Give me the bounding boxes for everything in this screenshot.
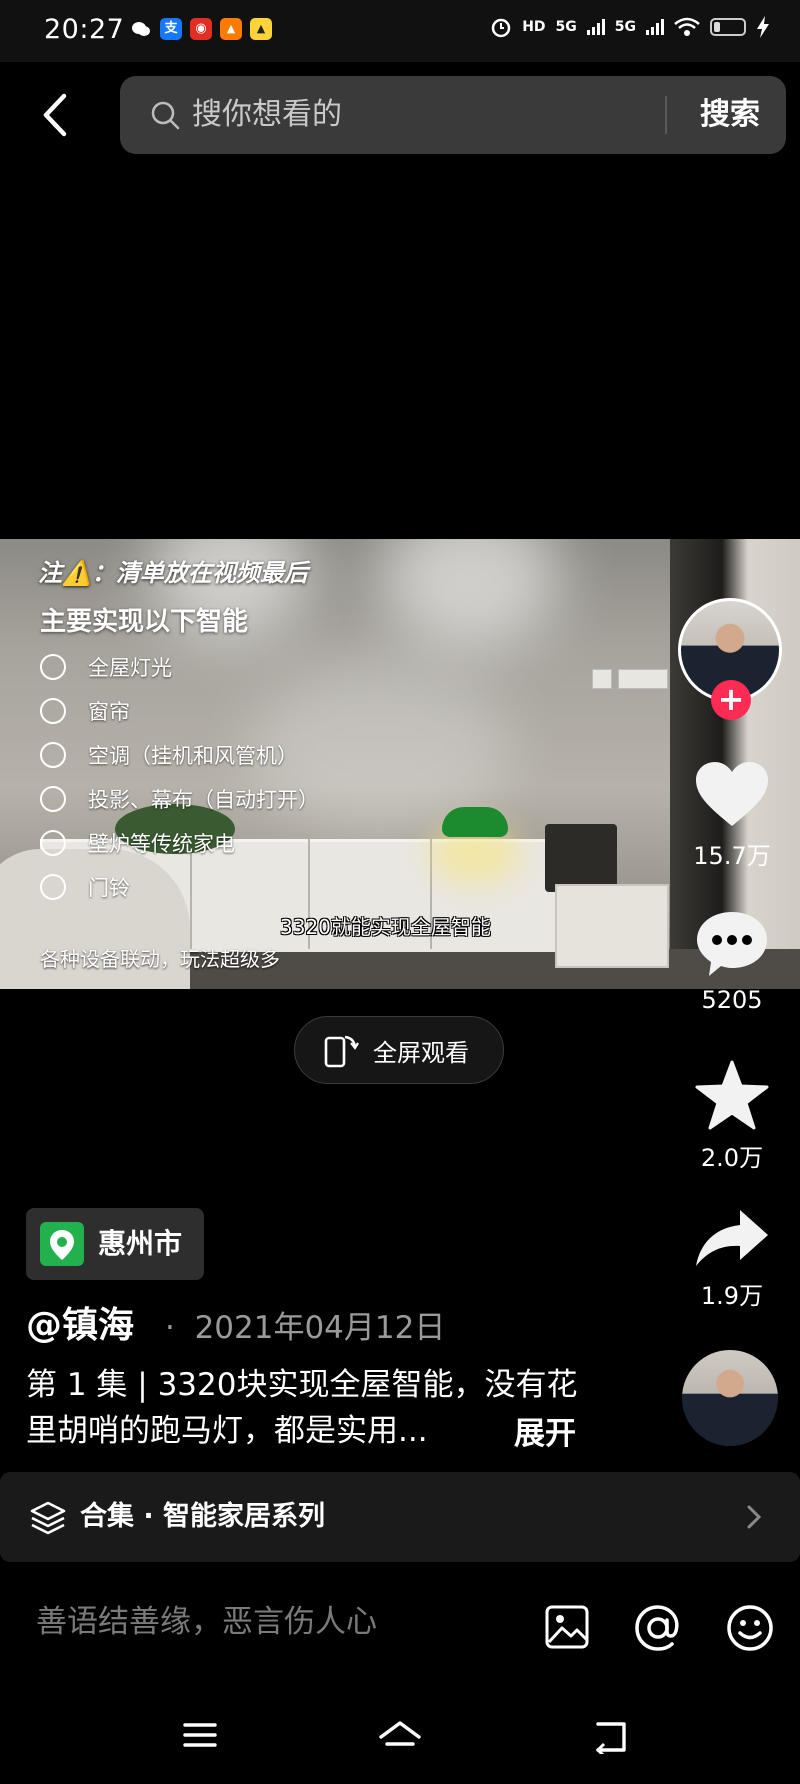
search-input[interactable]: 搜你想看的 [192, 76, 342, 154]
location-tag[interactable]: 惠州市 [26, 1208, 204, 1280]
fullscreen-rotate-icon [324, 1035, 359, 1068]
feature-list: 全屋灯光 窗帘 空调（挂机和风管机） 投影、幕布（自动打开） 壁炉等传统家电 门… [40, 645, 319, 909]
share-arrow-icon [696, 1210, 768, 1266]
pinduoduo-icon: ◉ [190, 18, 212, 40]
back-button[interactable] [36, 90, 76, 140]
comment-icon [697, 912, 767, 976]
wechat-icon [130, 18, 152, 40]
emoji-icon[interactable] [726, 1604, 774, 1652]
location-pin-icon [40, 1222, 84, 1266]
post-date: · 2021年04月12日 [165, 1310, 446, 1346]
search-divider [665, 96, 667, 134]
feature-item: 空调（挂机和风管机） [40, 733, 319, 777]
checkbox-icon [40, 830, 66, 856]
like-count: 15.7万 [693, 842, 771, 870]
chevron-right-icon [747, 1505, 762, 1529]
checkbox-icon [40, 786, 66, 812]
fullscreen-label: 全屏观看 [373, 1038, 469, 1067]
charging-icon [757, 16, 769, 38]
status-time: 20:27 [44, 14, 125, 45]
checkbox-icon [40, 874, 66, 900]
location-label: 惠州市 [98, 1227, 183, 1260]
search-icon [151, 101, 180, 130]
follow-button[interactable]: + [711, 680, 751, 720]
system-nav-bar [0, 1700, 800, 1784]
expand-button[interactable]: 展开 [514, 1408, 576, 1453]
wifi-icon [674, 17, 700, 36]
system-indicators: HD 5G 5G [490, 16, 770, 38]
heart-icon [696, 762, 768, 826]
favorite-count: 2.0万 [700, 1144, 764, 1172]
notification-icons: 支 ◉ ▲ ▲ [130, 18, 272, 40]
battery-icon [710, 18, 746, 36]
notice-icon: ▲ [250, 18, 272, 40]
menu-icon[interactable] [182, 1720, 218, 1750]
feature-item: 门铃 [40, 865, 319, 909]
music-avatar[interactable] [682, 1350, 778, 1446]
video-subtitle: 各种设备联动，玩法超级多 [40, 947, 280, 971]
signal-5g-1: 5G [555, 19, 577, 35]
fullscreen-button[interactable]: 全屏观看 [294, 1016, 504, 1084]
checkbox-icon [40, 742, 66, 768]
feature-item: 壁炉等传统家电 [40, 821, 319, 865]
checkbox-icon [40, 654, 66, 680]
taobao-icon: ▲ [220, 18, 242, 40]
layers-icon [30, 1501, 66, 1535]
favorite-button[interactable]: 2.0万 [672, 1060, 792, 1173]
feature-item: 窗帘 [40, 689, 319, 733]
collection-bar[interactable]: 合集 · 智能家居系列 [0, 1472, 800, 1562]
image-icon[interactable] [544, 1604, 590, 1650]
signal-bars-icon [646, 19, 664, 35]
signal-5g-2: 5G [614, 19, 636, 35]
hd-indicator: HD [522, 19, 546, 35]
alipay-icon: 支 [160, 18, 182, 40]
back-nav-icon[interactable] [592, 1720, 630, 1754]
search-box[interactable]: 搜你想看的 搜索 [120, 76, 786, 154]
status-bar: 20:27 支 ◉ ▲ ▲ HD 5G 5G [0, 0, 800, 62]
comment-button[interactable]: 5205 [672, 910, 792, 1014]
comment-count: 5205 [701, 986, 763, 1014]
comment-input[interactable]: 善语结善缘，恶言伤人心 [36, 1596, 377, 1641]
video-caption: 3320就能实现全屋智能 [280, 915, 491, 939]
like-button[interactable]: 15.7万 [672, 760, 792, 871]
search-button[interactable]: 搜索 [700, 76, 760, 154]
video-title: 主要实现以下智能 [40, 607, 249, 637]
share-count: 1.9万 [700, 1282, 764, 1310]
video-note: 注⚠️：清单放在视频最后 [38, 559, 308, 587]
author-name[interactable]: @镇海 [26, 1296, 134, 1348]
feature-item: 全屋灯光 [40, 645, 319, 689]
feature-item: 投影、幕布（自动打开） [40, 777, 319, 821]
alarm-icon [491, 18, 511, 38]
collection-label: 合集 · 智能家居系列 [80, 1501, 326, 1532]
mention-icon[interactable] [634, 1604, 682, 1652]
chevron-left-icon [43, 93, 67, 137]
signal-bars-icon [586, 19, 605, 35]
checkbox-icon [40, 698, 66, 724]
star-icon [695, 1060, 769, 1130]
share-button[interactable]: 1.9万 [672, 1208, 792, 1311]
home-icon[interactable] [378, 1720, 422, 1754]
